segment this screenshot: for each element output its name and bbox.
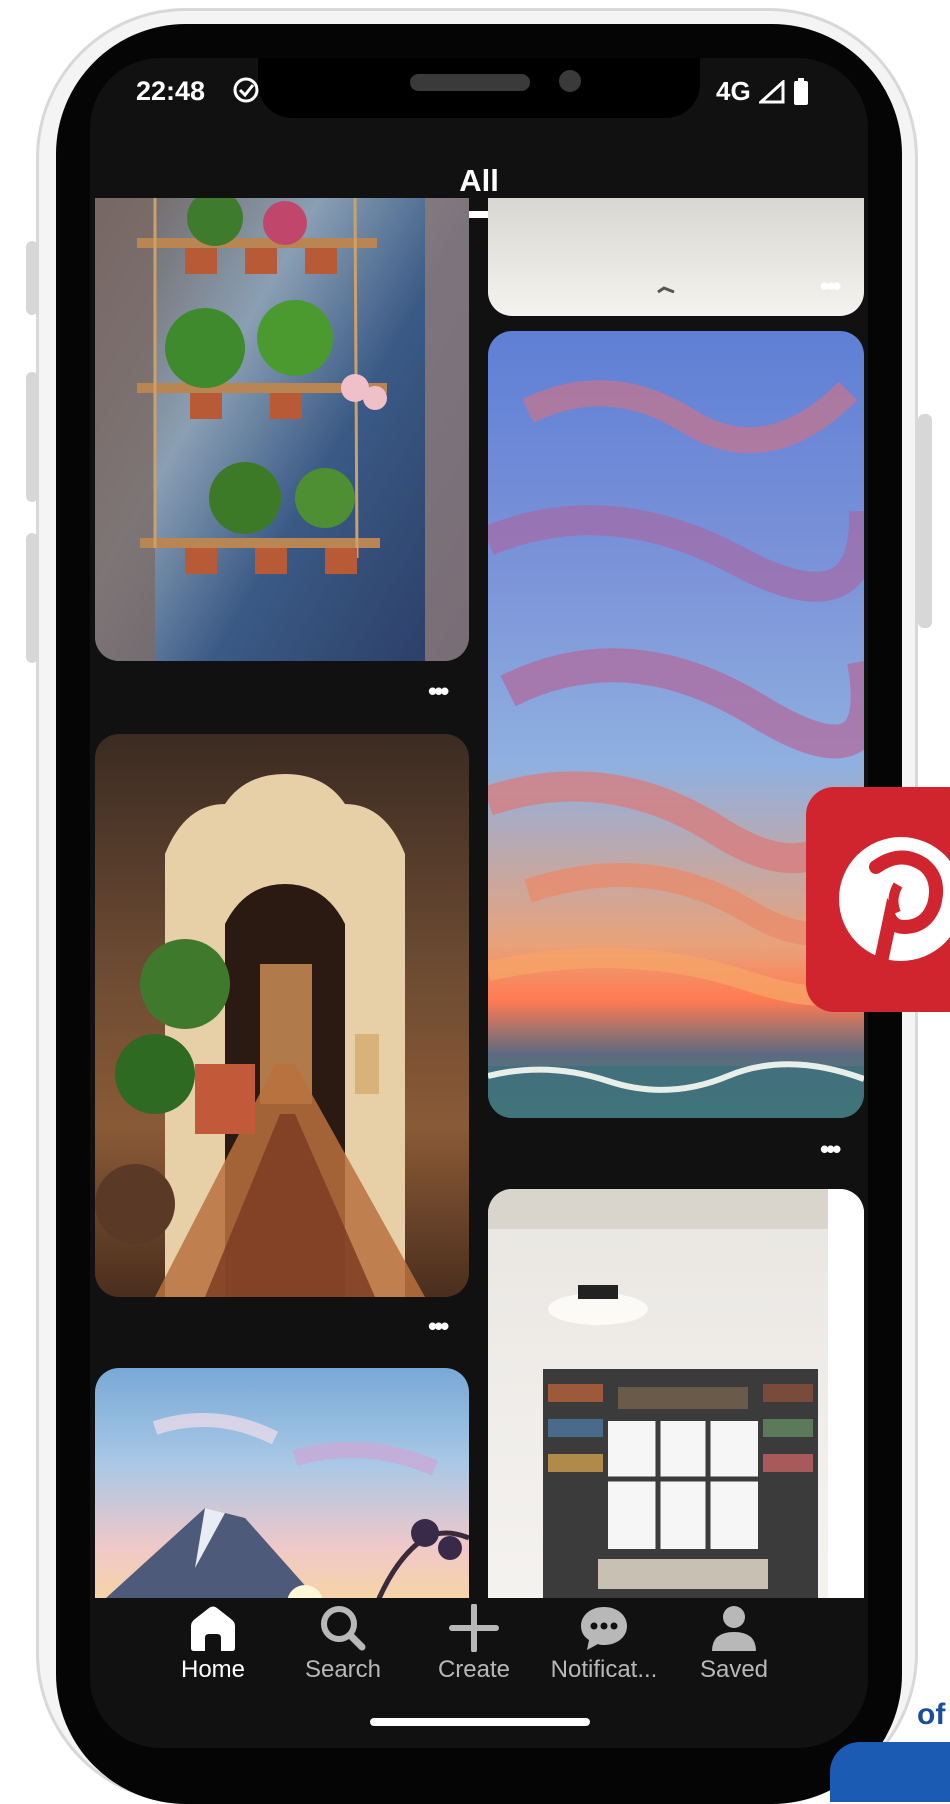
anime-mountain-illustration <box>95 1413 469 1608</box>
nav-create[interactable]: Create <box>412 1604 536 1684</box>
corner-logo-text: of <box>917 1698 946 1731</box>
chat-bubble-icon <box>581 1607 627 1650</box>
network-type: 4G <box>716 76 751 106</box>
battery-icon <box>793 77 808 105</box>
home-icon <box>191 1606 235 1651</box>
search-icon <box>321 1606 366 1651</box>
pin-image-partial[interactable] <box>488 198 864 316</box>
pin-image[interactable] <box>488 1189 864 1609</box>
reading-nook-illustration <box>488 1189 864 1609</box>
pinterest-p-icon <box>839 837 950 964</box>
earpiece-speaker <box>410 74 530 91</box>
pin-more-button[interactable]: ••• <box>820 273 841 299</box>
pin-image[interactable] <box>95 734 469 1297</box>
pin-more-button[interactable]: ••• <box>428 1313 449 1339</box>
pin-image[interactable] <box>95 1368 469 1608</box>
front-camera <box>559 70 581 92</box>
sync-check-icon <box>233 77 259 103</box>
nav-search[interactable]: Search <box>281 1604 405 1684</box>
phone-screen: 22:48 4G All ••• ••• ••• ••• Home Search… <box>90 58 868 1748</box>
person-icon <box>712 1606 756 1651</box>
pin-more-button[interactable]: ••• <box>428 678 449 704</box>
side-button-volume-up <box>26 372 38 502</box>
notch <box>258 58 700 118</box>
nav-home[interactable]: Home <box>151 1604 275 1684</box>
nav-search-label: Search <box>304 1656 382 1683</box>
plant-shelf-illustration <box>95 198 469 661</box>
plus-icon <box>449 1604 499 1652</box>
home-indicator[interactable] <box>370 1718 590 1726</box>
nav-home-label: Home <box>180 1656 246 1683</box>
pin-sketch-detail <box>657 286 675 294</box>
pinterest-logo-badge <box>806 787 950 1012</box>
tab-all[interactable]: All <box>90 163 868 199</box>
nav-notifications-label: Notificat... <box>550 1656 658 1683</box>
nav-saved[interactable]: Saved <box>672 1604 796 1684</box>
signal-icon <box>758 79 785 103</box>
bottom-navigation: Home Search Create Notificat... Saved <box>90 1598 868 1696</box>
corner-logo-shape <box>830 1742 950 1802</box>
side-button-volume-down <box>26 533 38 663</box>
pin-more-button[interactable]: ••• <box>820 1136 841 1162</box>
status-time: 22:48 <box>136 76 206 106</box>
pin-image[interactable] <box>95 198 469 661</box>
nav-saved-label: Saved <box>699 1656 769 1683</box>
side-button-mute <box>26 241 38 315</box>
status-indicators: 4G <box>716 76 809 107</box>
side-button-power <box>918 414 932 628</box>
nav-create-label: Create <box>437 1656 511 1683</box>
nav-notifications[interactable]: Notificat... <box>542 1604 666 1684</box>
arched-hallway-illustration <box>95 774 425 1297</box>
